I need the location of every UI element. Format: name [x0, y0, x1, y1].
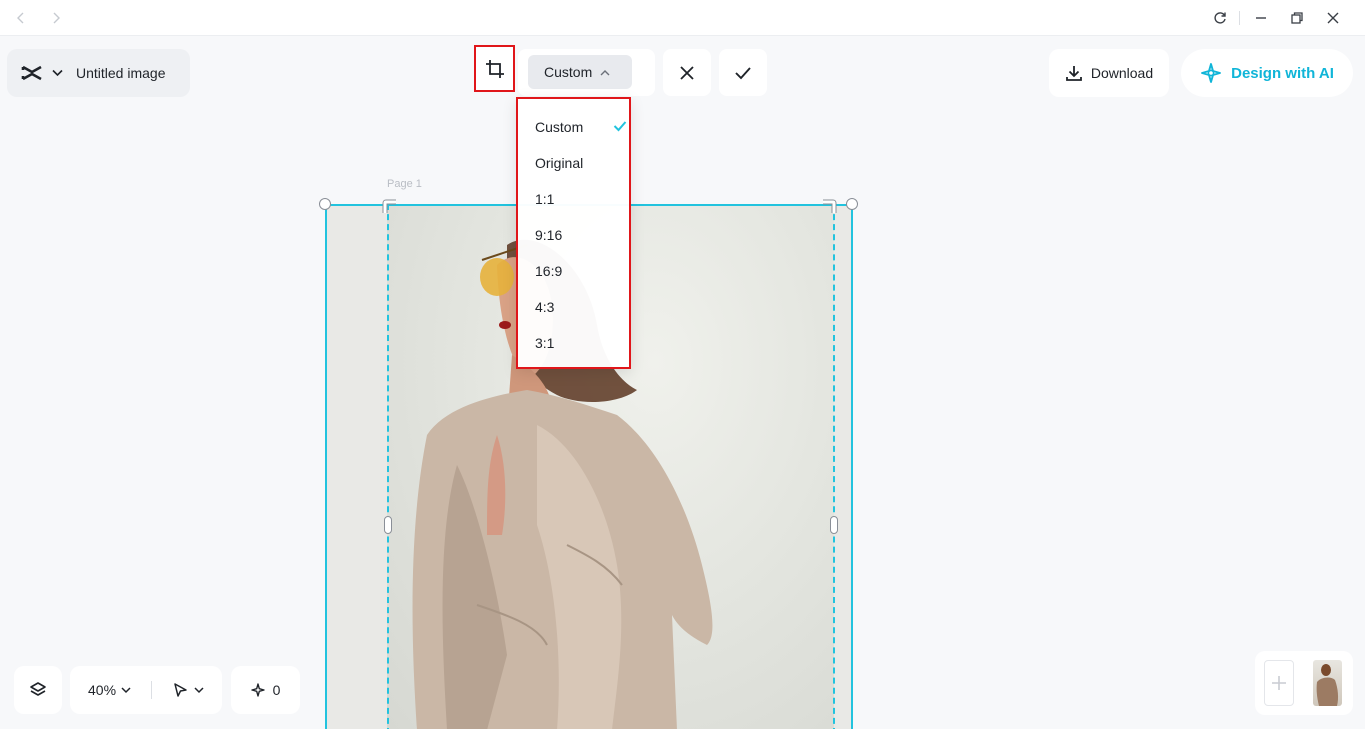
pointer-tool-dropdown[interactable]: [172, 682, 204, 698]
zoom-level: 40%: [88, 682, 117, 698]
ratio-dropdown[interactable]: Custom: [528, 55, 632, 89]
page-label: Page 1: [387, 178, 422, 190]
check-icon: [613, 119, 627, 135]
check-icon: [735, 66, 751, 79]
zoom-and-pointer-toolbar: 40%: [70, 666, 222, 714]
download-button[interactable]: Download: [1049, 49, 1169, 97]
pointer-icon: [174, 683, 187, 697]
restore-icon[interactable]: [1287, 8, 1307, 28]
chevron-down-icon: [194, 686, 204, 693]
download-icon: [1065, 64, 1083, 82]
close-icon: [680, 65, 694, 80]
design-with-ai-button[interactable]: Design with AI: [1181, 49, 1353, 97]
close-window-icon[interactable]: [1323, 8, 1343, 28]
ratio-dropdown-label: Custom: [544, 64, 593, 80]
ratio-selector-container: Custom: [518, 49, 655, 96]
chevron-down-icon: [121, 686, 131, 693]
crop-button[interactable]: [474, 45, 515, 92]
chevron-up-icon: [600, 69, 610, 76]
ratio-option-4-3[interactable]: 4:3: [535, 297, 627, 317]
refresh-icon[interactable]: [1210, 8, 1230, 28]
zoom-dropdown[interactable]: 40%: [88, 682, 131, 698]
sparkle-icon: [250, 683, 265, 697]
pages-panel: [1255, 651, 1353, 715]
ratio-dropdown-menu: Custom Original 1:1 9:16 16:9 4:3 3:1: [516, 97, 631, 369]
crop-icon: [485, 59, 504, 78]
back-icon[interactable]: [12, 9, 30, 27]
cancel-crop-button[interactable]: [663, 49, 711, 96]
ai-credits-count: 0: [272, 682, 281, 698]
design-with-ai-label: Design with AI: [1231, 64, 1334, 82]
ratio-option-3-1[interactable]: 3:1: [535, 333, 627, 353]
layers-icon: [30, 682, 46, 696]
ai-sparkle-icon: [1200, 62, 1222, 84]
ratio-option-1-1[interactable]: 1:1: [535, 189, 627, 209]
download-label: Download: [1090, 65, 1154, 81]
minimize-icon[interactable]: [1251, 8, 1271, 28]
crop-handle-top-right[interactable]: [821, 199, 837, 215]
capcut-logo-icon: [20, 61, 44, 85]
forward-icon[interactable]: [47, 9, 65, 27]
chevron-down-icon[interactable]: [50, 66, 64, 80]
page-thumbnail[interactable]: [1313, 660, 1342, 706]
resize-handle-top-left[interactable]: [319, 198, 331, 210]
titlebar-divider: [1239, 11, 1240, 25]
crop-handle-left[interactable]: [384, 516, 392, 534]
ratio-option-9-16[interactable]: 9:16: [535, 225, 627, 245]
ratio-option-original[interactable]: Original: [535, 153, 627, 173]
layers-button[interactable]: [14, 666, 62, 714]
ai-credits-button[interactable]: 0: [231, 666, 300, 714]
plus-icon: [1272, 676, 1286, 690]
crop-handle-right[interactable]: [830, 516, 838, 534]
add-page-button[interactable]: [1264, 660, 1294, 706]
ratio-option-16-9[interactable]: 16:9: [535, 261, 627, 281]
project-title[interactable]: Untitled image: [76, 65, 166, 81]
project-menu[interactable]: Untitled image: [7, 49, 190, 97]
title-bar: [0, 0, 1365, 36]
crop-handle-top-left[interactable]: [382, 199, 398, 215]
toolbar-divider: [151, 681, 153, 699]
confirm-crop-button[interactable]: [719, 49, 767, 96]
resize-handle-top-right[interactable]: [846, 198, 858, 210]
ratio-option-custom[interactable]: Custom: [535, 117, 627, 137]
thumbnail-image: [1316, 664, 1339, 706]
